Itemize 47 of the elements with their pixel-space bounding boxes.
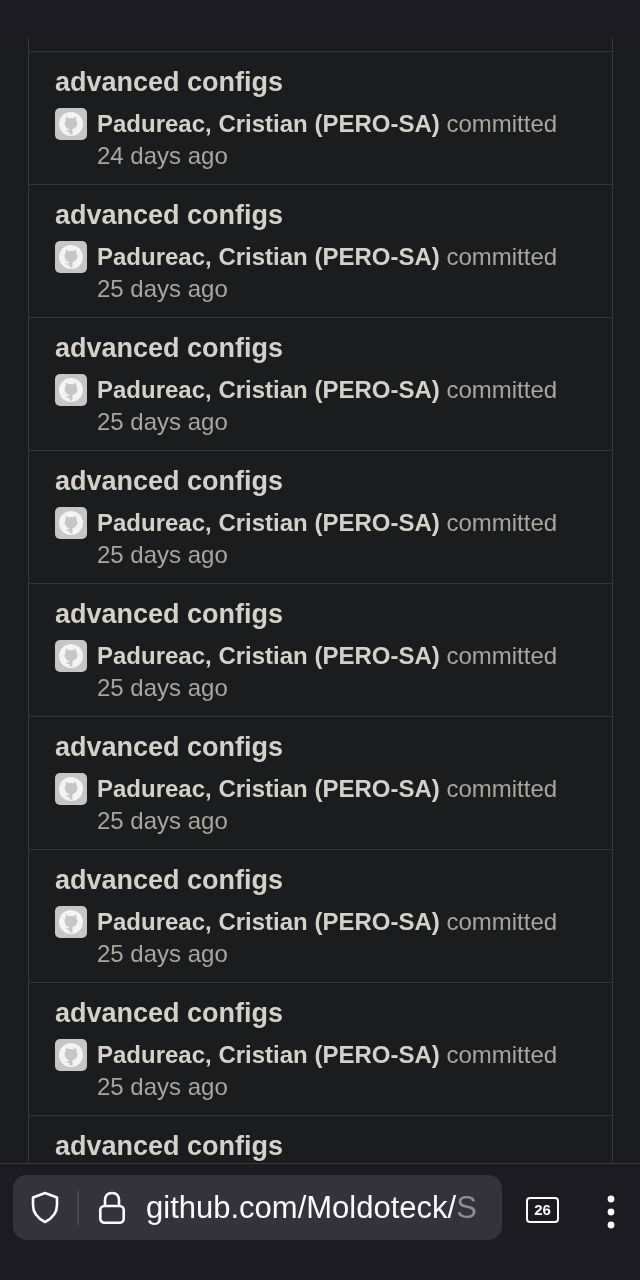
- commit-byline: Padureac, Cristian (PERO-SA) committed: [97, 242, 558, 272]
- commit-byline: Padureac, Cristian (PERO-SA) committed: [97, 641, 558, 671]
- commit-time: 25 days ago: [97, 673, 229, 703]
- commit-time: 24 days ago: [97, 141, 229, 171]
- commit-time: 25 days ago: [97, 540, 229, 570]
- menu-icon[interactable]: [605, 1193, 617, 1231]
- commit-title[interactable]: advanced configs: [55, 598, 284, 630]
- commit-byline: Padureac, Cristian (PERO-SA) committed: [97, 375, 558, 405]
- author-link[interactable]: Padureac, Cristian (PERO-SA): [97, 243, 440, 270]
- commit-time: 25 days ago: [97, 1072, 229, 1102]
- commit-title[interactable]: advanced configs: [55, 731, 284, 763]
- avatar-icon: [55, 108, 87, 140]
- author-link[interactable]: Padureac, Cristian (PERO-SA): [97, 376, 440, 403]
- avatar-icon: [55, 1039, 87, 1071]
- commit-time: 25 days ago: [97, 274, 229, 304]
- avatar-icon: [55, 640, 87, 672]
- avatar-icon: [55, 241, 87, 273]
- author-link[interactable]: Padureac, Cristian (PERO-SA): [97, 1041, 440, 1068]
- avatar-icon: [55, 906, 87, 938]
- lock-icon: [98, 1191, 126, 1224]
- shield-icon[interactable]: [30, 1191, 60, 1224]
- commit-byline: Padureac, Cristian (PERO-SA) committed: [97, 1040, 558, 1070]
- address-bar[interactable]: github.com/Moldoteck/S: [13, 1175, 502, 1240]
- commit-byline: Padureac, Cristian (PERO-SA) committed: [97, 508, 558, 538]
- commit-title[interactable]: advanced configs: [55, 997, 284, 1029]
- author-link[interactable]: Padureac, Cristian (PERO-SA): [97, 775, 440, 802]
- commit-title[interactable]: advanced configs: [55, 864, 284, 896]
- avatar-icon: [55, 507, 87, 539]
- commit-time: 25 days ago: [97, 806, 229, 836]
- avatar-icon: [55, 773, 87, 805]
- commit-title[interactable]: advanced configs: [55, 199, 284, 231]
- url-text[interactable]: github.com/Moldoteck/S: [146, 1187, 477, 1228]
- commit-title[interactable]: advanced configs: [55, 66, 284, 98]
- author-link[interactable]: Padureac, Cristian (PERO-SA): [97, 509, 440, 536]
- author-link[interactable]: Padureac, Cristian (PERO-SA): [97, 642, 440, 669]
- commit-time: 25 days ago: [97, 407, 229, 437]
- author-link[interactable]: Padureac, Cristian (PERO-SA): [97, 908, 440, 935]
- tabs-button[interactable]: 26: [526, 1197, 559, 1223]
- commit-title[interactable]: advanced configs: [55, 1130, 284, 1162]
- commit-time: 25 days ago: [97, 939, 229, 969]
- commit-byline: Padureac, Cristian (PERO-SA) committed: [97, 109, 558, 139]
- avatar-icon: [55, 374, 87, 406]
- commit-byline: Padureac, Cristian (PERO-SA) committed: [97, 774, 558, 804]
- commit-byline: Padureac, Cristian (PERO-SA) committed: [97, 907, 558, 937]
- author-link[interactable]: Padureac, Cristian (PERO-SA): [97, 110, 440, 137]
- commit-title[interactable]: advanced configs: [55, 465, 284, 497]
- commit-title[interactable]: advanced configs: [55, 332, 284, 364]
